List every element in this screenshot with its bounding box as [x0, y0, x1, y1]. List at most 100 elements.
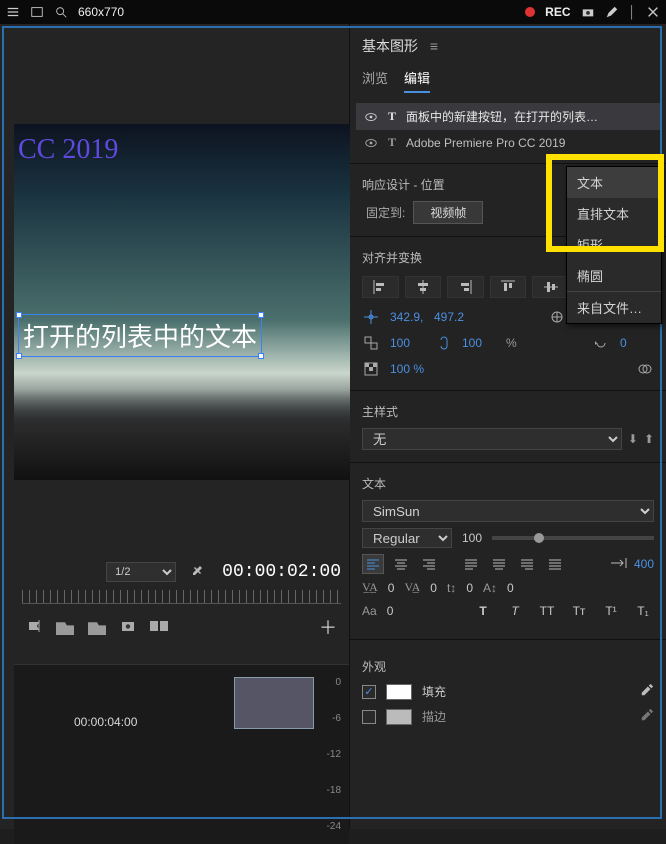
font-family-select[interactable]: SimSun: [362, 500, 654, 522]
align-text-center-icon[interactable]: [390, 554, 412, 574]
new-layer-popup: 文本 直排文本 矩形 椭圆 来自文件…: [566, 166, 662, 324]
align-hcenter-icon[interactable]: [405, 276, 442, 298]
panel-menu-icon[interactable]: ≡: [430, 38, 438, 54]
watermark-text: CC 2019: [18, 134, 118, 166]
text-type-icon: T: [388, 135, 396, 150]
push-up-icon[interactable]: ⬆: [644, 432, 654, 446]
pct-label: %: [506, 336, 517, 350]
menu-item-from-file[interactable]: 来自文件…: [567, 292, 661, 323]
tab-icon[interactable]: [610, 557, 628, 572]
position-y[interactable]: 497.2: [434, 310, 468, 324]
align-top-icon[interactable]: [490, 276, 527, 298]
justify-all-icon[interactable]: [544, 554, 566, 574]
align-left-icon[interactable]: [362, 276, 399, 298]
tracking-val[interactable]: 0: [388, 581, 395, 595]
position-icon[interactable]: [362, 308, 380, 326]
font-weight-select[interactable]: Regular: [362, 528, 452, 548]
blend-icon[interactable]: [636, 360, 654, 378]
layer-item[interactable]: T Adobe Premiere Pro CC 2019: [356, 130, 660, 155]
comparison-icon[interactable]: [150, 619, 168, 636]
font-size-val[interactable]: 100: [462, 531, 482, 545]
record-indicator-icon: [525, 7, 535, 17]
title-bar: 660x770 REC │: [0, 0, 666, 24]
indent-val[interactable]: 400: [634, 557, 654, 571]
position-x[interactable]: 342.9,: [390, 310, 424, 324]
opacity-val[interactable]: 100 %: [390, 362, 424, 376]
italic-icon[interactable]: T: [504, 601, 526, 621]
tab-edit[interactable]: 编辑: [404, 68, 430, 93]
scale-x[interactable]: 100: [390, 336, 424, 350]
scale-y[interactable]: 100: [462, 336, 496, 350]
menu-item-text[interactable]: 文本: [567, 167, 661, 198]
align-vcenter-icon[interactable]: [532, 276, 569, 298]
text-type-icon: T: [388, 109, 396, 124]
essential-graphics-panel: 基本图形 ≡ 浏览 编辑 T 面板中的新建按钮，在打开的列表… T Adobe …: [350, 24, 666, 829]
workspace: CC 2019 打开的列表中的文本 1/2 00:00:02:00: [0, 24, 666, 829]
camera-icon[interactable]: [581, 5, 595, 19]
tool-a-icon[interactable]: [56, 619, 74, 635]
timecode-display[interactable]: 00:00:02:00: [222, 562, 341, 582]
align-text-right-icon[interactable]: [418, 554, 440, 574]
menu-item-rectangle[interactable]: 矩形: [567, 229, 661, 260]
eyedropper-icon[interactable]: [640, 683, 654, 700]
baseline-val[interactable]: 0: [507, 581, 514, 595]
subscript-icon[interactable]: T₁: [632, 601, 654, 621]
fill-checkbox[interactable]: [362, 685, 376, 699]
preview-viewport[interactable]: CC 2019 打开的列表中的文本: [14, 124, 350, 480]
time-ruler[interactable]: [22, 590, 341, 604]
rotation-val[interactable]: 0: [620, 336, 654, 350]
link-icon[interactable]: [434, 334, 452, 352]
menu-item-ellipse[interactable]: 椭圆: [567, 260, 661, 291]
scale-icon[interactable]: [362, 334, 380, 352]
transport-bar: 1/2 00:00:02:00 ＋: [14, 554, 349, 650]
tab-browse[interactable]: 浏览: [362, 68, 388, 93]
justify-left-icon[interactable]: [460, 554, 482, 574]
menu-item-vertical-text[interactable]: 直排文本: [567, 198, 661, 229]
superscript-icon[interactable]: T¹: [600, 601, 622, 621]
eyedropper-icon[interactable]: [640, 708, 654, 725]
push-down-icon[interactable]: ⬇: [628, 432, 638, 446]
tsume-val[interactable]: 0: [387, 604, 394, 618]
pencil-icon[interactable]: [605, 5, 619, 19]
smallcaps-icon[interactable]: Tᴛ: [568, 601, 590, 621]
master-style-select[interactable]: 无: [362, 428, 622, 450]
stroke-checkbox[interactable]: [362, 710, 376, 724]
kerning-val[interactable]: 0: [430, 581, 437, 595]
clip-thumbnail[interactable]: [234, 677, 314, 729]
fill-swatch[interactable]: [386, 684, 412, 700]
left-gutter: [0, 24, 14, 829]
align-text-left-icon[interactable]: [362, 554, 384, 574]
zoom-select[interactable]: 1/2: [106, 562, 176, 582]
settings-icon[interactable]: [188, 563, 204, 582]
timeline-panel[interactable]: 00:00:04:00 0-6-12-18-24: [14, 664, 349, 844]
add-button-icon[interactable]: ＋: [319, 614, 337, 640]
record-label: REC: [545, 5, 570, 19]
title-dims: 660x770: [78, 5, 124, 19]
stroke-swatch[interactable]: [386, 709, 412, 725]
visibility-icon[interactable]: [364, 110, 378, 124]
search-icon[interactable]: [54, 5, 68, 19]
add-marker-icon[interactable]: [26, 618, 42, 637]
rotation-icon[interactable]: [592, 334, 610, 352]
panel-title: 基本图形: [362, 38, 418, 54]
pin-to-value[interactable]: 视频帧: [413, 201, 483, 224]
text-layer-selected[interactable]: 打开的列表中的文本: [18, 314, 262, 357]
opacity-icon[interactable]: [362, 360, 380, 378]
leading-val[interactable]: 0: [466, 581, 473, 595]
program-monitor: CC 2019 打开的列表中的文本 1/2 00:00:02:00: [14, 24, 350, 829]
tool-b-icon[interactable]: [88, 619, 106, 635]
align-right-icon[interactable]: [447, 276, 484, 298]
bold-icon[interactable]: T: [472, 601, 494, 621]
window-icon[interactable]: [30, 5, 44, 19]
panel-tabs: 浏览 编辑: [350, 64, 666, 103]
font-size-slider[interactable]: [492, 536, 654, 540]
hamburger-icon[interactable]: [6, 5, 20, 19]
justify-right-icon[interactable]: [516, 554, 538, 574]
anchor-point-icon[interactable]: [548, 308, 566, 326]
visibility-icon[interactable]: [364, 136, 378, 150]
close-icon[interactable]: [646, 5, 660, 19]
export-frame-icon[interactable]: [120, 618, 136, 637]
allcaps-icon[interactable]: TT: [536, 601, 558, 621]
layer-item[interactable]: T 面板中的新建按钮，在打开的列表…: [356, 103, 660, 130]
justify-center-icon[interactable]: [488, 554, 510, 574]
